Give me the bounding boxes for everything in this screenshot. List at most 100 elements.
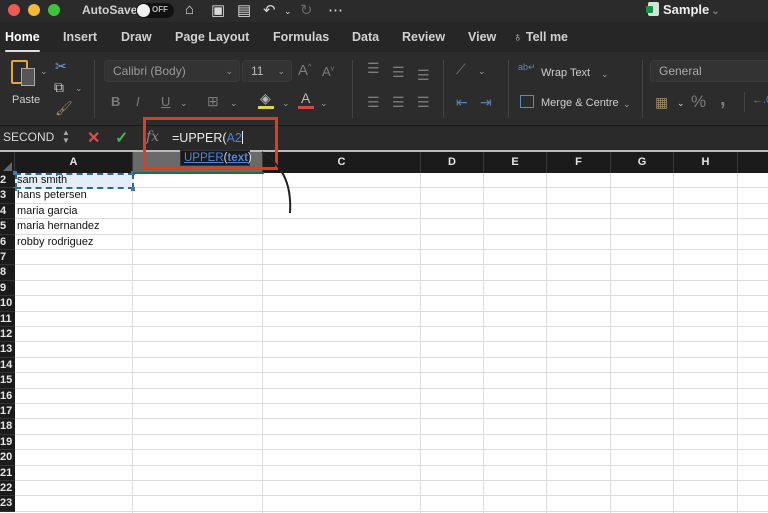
minimize-window-button[interactable] xyxy=(28,4,40,16)
row-header-18[interactable]: 18 xyxy=(0,419,15,435)
paste-button[interactable]: ⌄ Paste xyxy=(8,60,48,110)
row-header-19[interactable]: 19 xyxy=(0,434,15,451)
cell-a6[interactable]: robby rodriguez xyxy=(17,235,93,250)
tab-formulas[interactable]: Formulas xyxy=(273,30,329,44)
tab-page-layout[interactable]: Page Layout xyxy=(175,30,249,44)
tell-me-label: Tell me xyxy=(525,30,569,44)
tab-home[interactable]: Home xyxy=(5,30,40,52)
row-header-4[interactable]: 4 xyxy=(0,203,15,220)
row-header-16[interactable]: 16 xyxy=(0,388,15,404)
accounting-format-icon[interactable]: ▦ xyxy=(655,94,668,111)
font-name-select[interactable]: Calibri (Body) ⌄ xyxy=(104,60,240,82)
align-bottom-icon[interactable]: ☰ xyxy=(417,67,430,84)
row-header-3[interactable]: 3 xyxy=(0,188,15,204)
decrease-indent-icon[interactable]: ⇤ xyxy=(456,94,468,111)
enter-check-icon[interactable]: ✓ xyxy=(115,128,128,148)
row-header-21[interactable]: 21 xyxy=(0,465,15,481)
cell-a4[interactable]: maria garcia xyxy=(17,204,78,219)
redo-icon[interactable]: ↻ xyxy=(300,1,313,19)
tab-data[interactable]: Data xyxy=(352,30,379,44)
borders-icon[interactable]: ⊞ xyxy=(207,93,219,110)
column-header-e[interactable]: E xyxy=(484,152,547,173)
align-left-icon[interactable]: ☰ xyxy=(367,94,380,111)
column-header-next[interactable] xyxy=(738,152,768,173)
decrease-font-size-icon[interactable]: Av xyxy=(322,64,334,79)
increase-font-size-icon[interactable]: A^ xyxy=(298,62,311,79)
percent-style-button[interactable]: % xyxy=(691,92,706,112)
autosave-toggle[interactable]: OFF xyxy=(136,3,174,18)
tell-me[interactable]: ♁ Tell me xyxy=(513,30,568,44)
cell-a2[interactable]: sam smith xyxy=(17,173,67,188)
font-size-select[interactable]: 11 ⌄ xyxy=(242,60,292,82)
row-header-20[interactable]: 20 xyxy=(0,450,15,466)
borders-chevron[interactable]: ⌄ xyxy=(230,98,238,109)
column-header-h[interactable]: H xyxy=(674,152,738,173)
align-middle-icon[interactable]: ☰ xyxy=(392,64,405,81)
more-icon[interactable]: ⋯ xyxy=(328,1,343,19)
underline-button[interactable]: U xyxy=(161,94,170,109)
row-header-14[interactable]: 14 xyxy=(0,357,15,374)
increase-decimal-icon[interactable]: ←.0 xyxy=(752,94,768,106)
fill-color-button[interactable]: ◈ xyxy=(258,90,276,110)
row-header-5[interactable]: 5 xyxy=(0,219,15,235)
orientation-chevron[interactable]: ⌄ xyxy=(478,66,486,77)
chevron-down-icon: ⌄ xyxy=(711,6,720,17)
undo-menu-icon[interactable]: ⌄ xyxy=(284,6,292,17)
row-header-13[interactable]: 13 xyxy=(0,342,15,358)
copy-chevron[interactable]: ⌄ xyxy=(75,83,83,94)
row-header-9[interactable]: 9 xyxy=(0,280,15,297)
range-resize-handle[interactable] xyxy=(131,187,135,191)
close-window-button[interactable] xyxy=(8,4,20,16)
column-header-d[interactable]: D xyxy=(421,152,484,173)
row-header-12[interactable]: 12 xyxy=(0,327,15,343)
number-format-select[interactable]: General xyxy=(650,60,768,82)
increase-indent-icon[interactable]: ⇥ xyxy=(480,94,492,111)
row-header-23[interactable]: 23 xyxy=(0,496,15,512)
italic-button[interactable]: I xyxy=(136,94,140,109)
format-painter-icon[interactable]: 🖌 xyxy=(55,100,73,117)
row-header-15[interactable]: 15 xyxy=(0,373,15,389)
font-color-button[interactable]: A xyxy=(298,90,316,110)
tab-review[interactable]: Review xyxy=(402,30,445,44)
fill-color-chevron[interactable]: ⌄ xyxy=(282,98,290,109)
name-box[interactable]: SECOND xyxy=(3,130,54,144)
column-header-c[interactable]: C xyxy=(263,152,421,173)
font-color-chevron[interactable]: ⌄ xyxy=(320,98,328,109)
row-header-17[interactable]: 17 xyxy=(0,404,15,420)
align-right-icon[interactable]: ☰ xyxy=(417,94,430,111)
document-title[interactable]: Sample ⌄ xyxy=(646,2,720,17)
align-center-icon[interactable]: ☰ xyxy=(392,94,405,111)
paste-options-chevron[interactable]: ⌄ xyxy=(40,66,48,77)
tab-draw[interactable]: Draw xyxy=(121,30,152,44)
row-header-8[interactable]: 8 xyxy=(0,265,15,281)
comma-style-button[interactable]: , xyxy=(720,88,726,111)
formula-bar: SECOND ▲ ▼ ✕ ✓ fx =UPPER(A2 xyxy=(0,125,768,150)
save-as-icon[interactable]: ▤ xyxy=(237,1,251,19)
row-header-7[interactable]: 7 xyxy=(0,250,15,266)
align-top-icon[interactable]: ☰ xyxy=(367,60,380,77)
row-header-6[interactable]: 6 xyxy=(0,234,15,250)
column-header-f[interactable]: F xyxy=(547,152,611,173)
cell-a3[interactable]: hans petersen xyxy=(17,188,87,203)
orientation-icon[interactable]: ⟋ xyxy=(456,61,466,78)
save-icon[interactable]: ▣ xyxy=(211,1,225,19)
copy-icon[interactable]: ⧉ xyxy=(54,79,64,96)
cell-a5[interactable]: maria hernandez xyxy=(17,219,100,234)
bold-button[interactable]: B xyxy=(111,94,120,109)
row-header-22[interactable]: 22 xyxy=(0,481,15,497)
row-header-11[interactable]: 11 xyxy=(0,311,15,327)
maximize-window-button[interactable] xyxy=(48,4,60,16)
row-header-10[interactable]: 10 xyxy=(0,296,15,312)
cut-icon[interactable]: ✂ xyxy=(55,58,67,75)
home-icon[interactable]: ⌂ xyxy=(185,1,194,18)
underline-chevron[interactable]: ⌄ xyxy=(180,98,188,109)
accounting-chevron[interactable]: ⌄ xyxy=(677,98,685,109)
tab-view[interactable]: View xyxy=(468,30,496,44)
name-box-stepper[interactable]: ▲ ▼ xyxy=(62,129,70,145)
undo-icon[interactable]: ↶ xyxy=(263,1,276,19)
column-header-a[interactable]: A xyxy=(15,152,133,173)
select-all-button[interactable] xyxy=(0,152,15,173)
column-header-g[interactable]: G xyxy=(611,152,674,173)
tab-insert[interactable]: Insert xyxy=(63,30,97,44)
cancel-icon[interactable]: ✕ xyxy=(87,128,100,148)
